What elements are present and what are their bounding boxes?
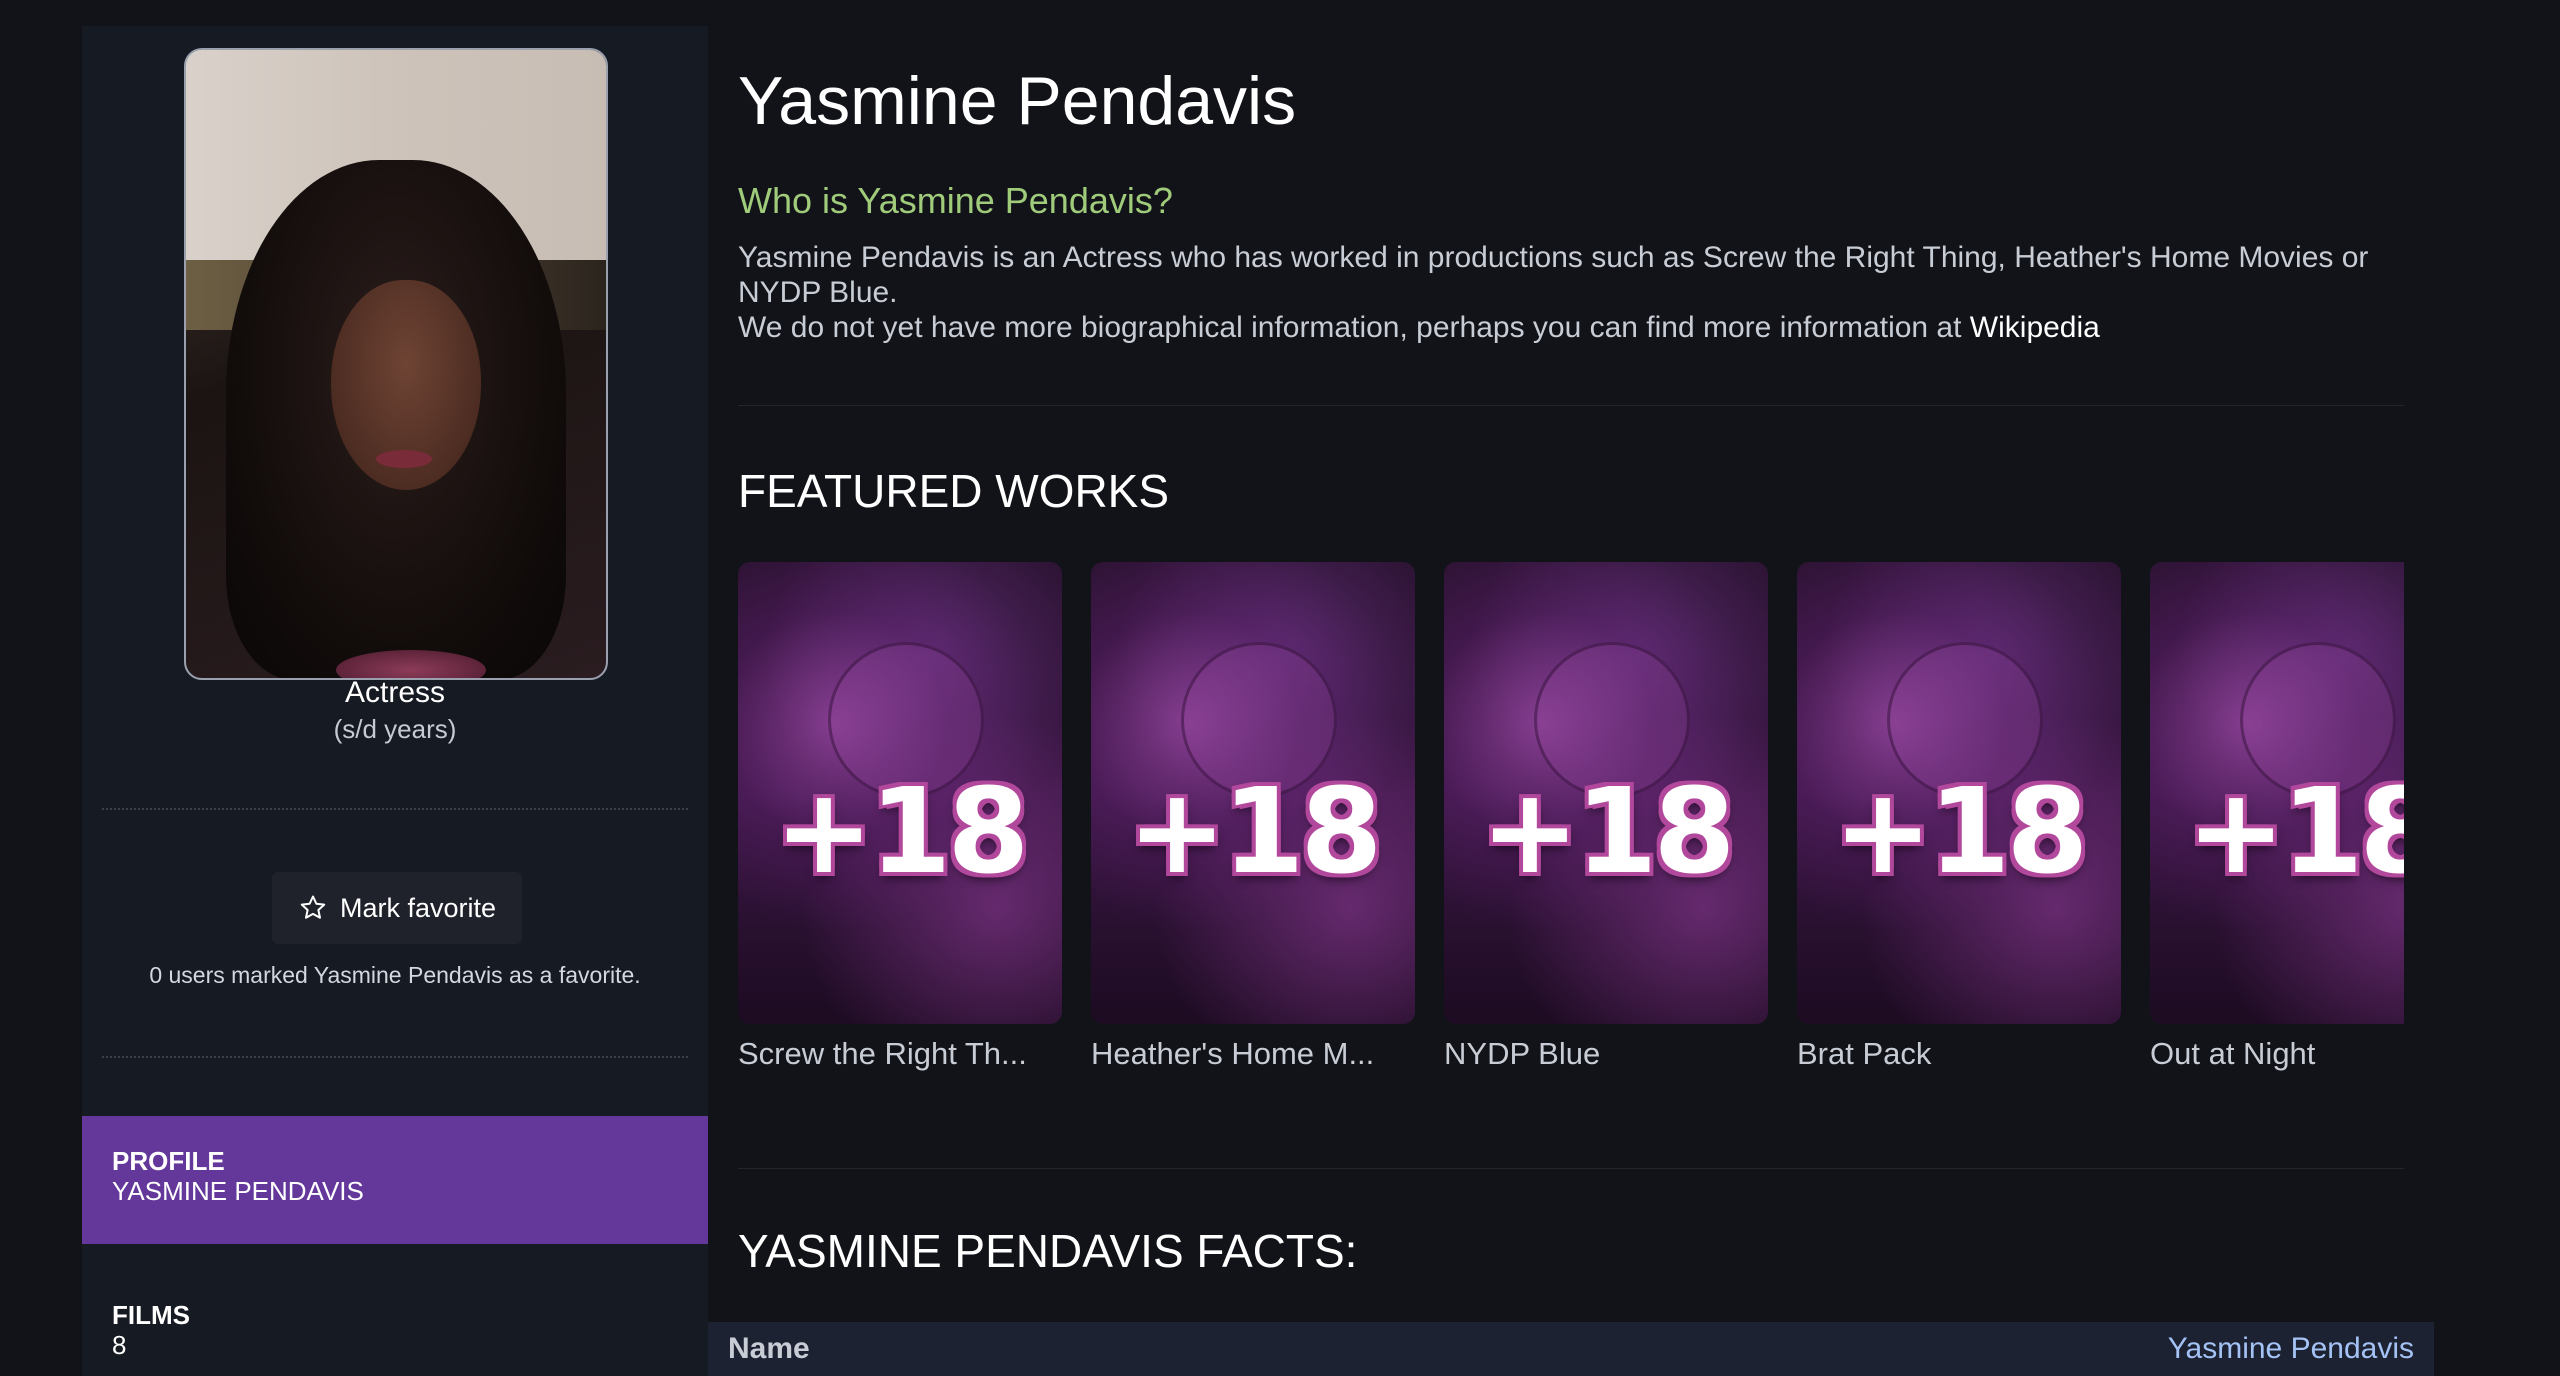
profile-role: Actress: [344, 676, 446, 709]
mark-favorite-label: Mark favorite: [339, 892, 497, 923]
work-poster: +18: [1444, 562, 1768, 1024]
bio-more-text: We do not yet have more biographical inf…: [738, 311, 1970, 344]
main-content: Yasmine Pendavis Who is Yasmine Pendavis…: [708, 0, 2434, 1376]
work-card[interactable]: +18 Brat Pack: [1797, 562, 2121, 1072]
featured-works-heading: FEATURED WORKS: [738, 465, 1170, 517]
sidebar-divider: [102, 808, 688, 810]
facts-heading: YASMINE PENDAVIS FACTS:: [738, 1225, 1358, 1277]
work-title: Out at Night: [2150, 1036, 2316, 1071]
featured-works-list: +18 Screw the Right Th... +18 Heather's …: [738, 562, 2404, 1082]
profile-photo: [184, 48, 608, 680]
adult-badge: +18: [1833, 762, 2088, 900]
section-divider: [738, 1168, 2404, 1169]
facts-value-link[interactable]: Yasmine Pendavis: [2168, 1332, 2414, 1366]
wikipedia-link[interactable]: Wikipedia: [1970, 311, 2100, 344]
work-title: Heather's Home M...: [1091, 1036, 1375, 1071]
sidebar-item-films[interactable]: FILMS 8: [82, 1244, 708, 1376]
profile-sidebar: Actress (s/d years) Mark favorite 0 user…: [82, 26, 708, 1376]
page-title: Yasmine Pendavis: [738, 63, 1297, 139]
who-heading: Who is Yasmine Pendavis?: [738, 180, 1173, 221]
work-card[interactable]: +18 Out at Night: [2150, 562, 2404, 1072]
section-divider: [738, 405, 2404, 406]
work-card[interactable]: +18 Screw the Right Th...: [738, 562, 1062, 1072]
sidebar-item-value: YASMINE PENDAVIS: [112, 1176, 364, 1206]
sidebar-item-label: PROFILE: [112, 1146, 225, 1176]
bio-paragraph: Yasmine Pendavis is an Actress who has w…: [738, 241, 2369, 309]
profile-age: (s/d years): [333, 714, 457, 744]
work-card[interactable]: +18 NYDP Blue: [1444, 562, 1768, 1072]
work-poster: +18: [738, 562, 1062, 1024]
work-title: Brat Pack: [1797, 1036, 1932, 1071]
sidebar-item-profile[interactable]: PROFILE YASMINE PENDAVIS: [82, 1116, 708, 1244]
facts-row: Name Yasmine Pendavis: [708, 1322, 2434, 1376]
work-card[interactable]: +18 Heather's Home M...: [1091, 562, 1415, 1072]
adult-badge: +18: [1480, 762, 1735, 900]
favorite-count-text: 0 users marked Yasmine Pendavis as a fav…: [149, 962, 641, 988]
adult-badge: +18: [2186, 762, 2404, 900]
bio-text: Yasmine Pendavis is an Actress who has w…: [738, 240, 2378, 345]
sidebar-item-value: 8: [112, 1330, 127, 1360]
sidebar-item-label: FILMS: [112, 1300, 190, 1330]
bio-more: We do not yet have more biographical inf…: [738, 310, 2378, 345]
work-title: Screw the Right Th...: [738, 1036, 1027, 1071]
work-poster: +18: [1091, 562, 1415, 1024]
sidebar-divider: [102, 1056, 688, 1058]
work-title: NYDP Blue: [1444, 1036, 1601, 1071]
star-outline-icon: [300, 895, 326, 919]
facts-key: Name: [728, 1332, 810, 1365]
adult-badge: +18: [774, 762, 1029, 900]
work-poster: +18: [1797, 562, 2121, 1024]
work-poster: +18: [2150, 562, 2404, 1024]
mark-favorite-button[interactable]: Mark favorite: [272, 872, 522, 944]
adult-badge: +18: [1127, 762, 1382, 900]
